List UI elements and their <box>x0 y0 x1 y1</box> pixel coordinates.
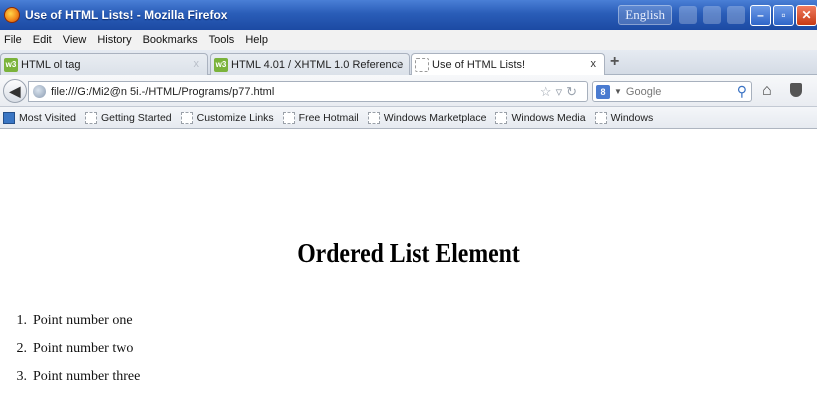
back-arrow-icon: ◀ <box>9 82 21 99</box>
bookmark-label: Getting Started <box>101 111 172 124</box>
tab-use-of-html-lists[interactable]: Use of HTML Lists! x <box>411 53 605 76</box>
blank-page-icon <box>495 111 508 124</box>
tray-app-icon[interactable] <box>679 6 697 24</box>
bookmark-label: Windows Media <box>511 111 586 124</box>
search-magnifier-icon[interactable]: ⚲ <box>737 83 747 100</box>
search-box[interactable]: 8 ▼ Google ⚲ <box>592 81 752 102</box>
bookmark-label: Windows <box>610 111 654 124</box>
new-tab-button[interactable]: + <box>610 53 619 71</box>
minimize-button[interactable]: – <box>750 4 771 26</box>
list-item: 1. Point number one <box>0 313 140 341</box>
language-label: English <box>625 7 665 22</box>
page-content: Ordered List Element 1. Point number one … <box>0 130 817 402</box>
bookmark-star-icon[interactable]: ☆ <box>540 84 556 99</box>
list-item-text: Point number two <box>33 341 134 356</box>
title-bar-controls: English – ▫ ✕ <box>618 2 817 28</box>
bookmark-windows-media[interactable]: Windows Media <box>495 111 586 124</box>
menu-tools[interactable]: Tools <box>209 34 235 46</box>
pocket-icon[interactable] <box>790 83 802 97</box>
bookmark-most-visited[interactable]: Most Visited <box>3 111 76 124</box>
language-indicator[interactable]: English <box>618 5 672 25</box>
list-item-text: Point number one <box>33 313 133 328</box>
ordered-list: 1. Point number one 2. Point number two 3.… <box>0 313 141 397</box>
bookmark-windows[interactable]: Windows <box>594 111 654 124</box>
url-text: file:///G:/Mi2@n 5i.-/HTML/Programs/p77.… <box>51 85 275 98</box>
list-number: 2. <box>16 341 28 356</box>
tab-close-icon[interactable]: x <box>194 58 200 70</box>
search-engine-dropdown-icon[interactable]: ▼ <box>614 87 622 96</box>
menu-help[interactable]: Help <box>245 34 268 46</box>
menu-bar: File Edit View History Bookmarks Tools H… <box>0 30 817 50</box>
blank-page-icon <box>594 111 607 124</box>
bookmark-windows-marketplace[interactable]: Windows Marketplace <box>367 111 487 124</box>
window-title: Use of HTML Lists! - Mozilla Firefox <box>25 8 228 22</box>
tab-label: HTML ol tag <box>21 58 81 71</box>
w3schools-favicon-icon: w3 <box>4 57 18 72</box>
list-number: 1. <box>16 313 28 328</box>
bookmark-free-hotmail[interactable]: Free Hotmail <box>282 111 359 124</box>
bookmark-label: Free Hotmail <box>298 111 359 124</box>
search-engine-icon[interactable]: 8 <box>596 84 610 99</box>
menu-history[interactable]: History <box>97 34 131 46</box>
list-item: 2. Point number two <box>0 341 140 369</box>
reload-icon[interactable]: ↻ <box>566 84 581 99</box>
home-icon[interactable]: ⌂ <box>762 82 772 100</box>
bookmark-label: Most Visited <box>19 111 76 124</box>
blank-page-icon <box>180 111 193 124</box>
list-item-text: Point number three <box>33 369 141 384</box>
most-visited-icon <box>3 111 15 124</box>
page-heading: Ordered List Element <box>297 238 520 268</box>
back-button[interactable]: ◀ <box>3 79 27 103</box>
tab-html-reference[interactable]: w3 HTML 4.01 / XHTML 1.0 Reference x <box>210 53 410 75</box>
title-bar: Use of HTML Lists! - Mozilla Firefox Eng… <box>0 0 817 30</box>
menu-bookmarks[interactable]: Bookmarks <box>143 34 198 46</box>
search-placeholder: Google <box>625 85 662 98</box>
menu-file[interactable]: File <box>4 34 22 46</box>
blank-page-icon <box>282 111 295 124</box>
list-number: 3. <box>16 369 28 384</box>
tab-label: Use of HTML Lists! <box>432 59 526 71</box>
blank-page-icon <box>415 58 429 72</box>
w3schools-favicon-icon: w3 <box>214 57 228 72</box>
maximize-button[interactable]: ▫ <box>773 4 794 26</box>
tab-close-icon[interactable]: x <box>396 58 402 70</box>
address-bar[interactable]: file:///G:/Mi2@n 5i.-/HTML/Programs/p77.… <box>28 81 588 102</box>
blank-page-icon <box>85 111 97 124</box>
tab-html-ol-tag[interactable]: w3 HTML ol tag x <box>0 53 208 75</box>
bookmark-customize-links[interactable]: Customize Links <box>180 111 274 124</box>
tray-app-icon[interactable] <box>727 6 745 24</box>
firefox-logo-icon <box>4 7 20 23</box>
navigation-bar: ◀ file:///G:/Mi2@n 5i.-/HTML/Programs/p7… <box>0 75 817 107</box>
history-dropdown-icon[interactable]: ▿ <box>556 84 567 99</box>
bookmark-getting-started[interactable]: Getting Started <box>85 111 172 124</box>
bookmark-label: Windows Marketplace <box>383 111 487 124</box>
site-identity-icon[interactable] <box>33 85 46 98</box>
blank-page-icon <box>367 111 380 124</box>
bookmarks-toolbar: Most Visited Getting Started Customize L… <box>0 107 817 129</box>
list-item: 3. Point number three <box>0 369 141 397</box>
bookmark-label: Customize Links <box>196 111 274 124</box>
tray-app-icon[interactable] <box>703 6 721 24</box>
close-window-button[interactable]: ✕ <box>796 4 817 26</box>
tab-label: HTML 4.01 / XHTML 1.0 Reference <box>231 58 404 71</box>
url-bar-actions: ☆▿↻ <box>540 84 581 100</box>
tab-strip: w3 HTML ol tag x w3 HTML 4.01 / XHTML 1.… <box>0 50 817 76</box>
tab-close-icon[interactable]: x <box>591 58 597 70</box>
menu-view[interactable]: View <box>63 34 87 46</box>
menu-edit[interactable]: Edit <box>33 34 52 46</box>
